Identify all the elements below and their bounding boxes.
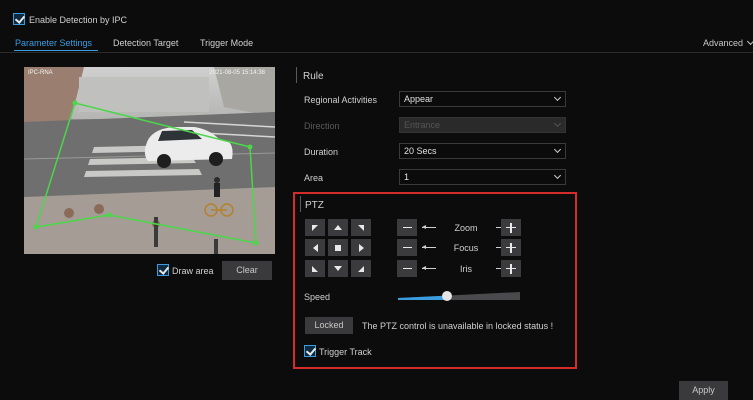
advanced-label: Advanced <box>703 38 744 48</box>
ptz-down-right-button[interactable] <box>351 260 371 277</box>
ptz-heading-marker <box>300 196 301 212</box>
minus-icon <box>402 267 412 270</box>
enable-detection-checkbox[interactable] <box>13 13 25 25</box>
ptz-up-button[interactable] <box>328 219 348 236</box>
chevron-down-icon <box>746 37 753 46</box>
ptz-heading: PTZ <box>305 200 324 211</box>
speed-label: Speed <box>304 292 331 302</box>
chevron-down-icon <box>553 171 562 180</box>
arrow-right-icon <box>358 243 364 252</box>
apply-button[interactable]: Apply <box>679 381 728 400</box>
arrow-left-icon <box>422 266 436 270</box>
stop-icon <box>335 244 341 251</box>
ptz-right-button[interactable] <box>351 239 371 256</box>
enable-detection-label: Enable Detection by IPC <box>29 15 128 25</box>
regional-activities-label: Regional Activities <box>304 95 378 105</box>
ptz-down-left-button[interactable] <box>305 260 325 277</box>
rule-heading: Rule <box>303 71 324 82</box>
plus-icon <box>506 263 516 274</box>
trigger-track-checkbox[interactable] <box>304 345 316 357</box>
ptz-left-button[interactable] <box>305 239 325 256</box>
zoom-control-label: Zoom <box>420 223 512 233</box>
arrow-down-right-icon <box>358 265 364 272</box>
direction-label: Direction <box>304 121 340 131</box>
draw-area-label: Draw area <box>172 266 214 276</box>
trigger-track-label: Trigger Track <box>319 347 372 357</box>
focus-label: Focus <box>453 243 479 253</box>
iris-control-label: Iris <box>420 264 512 274</box>
tab-detection-target[interactable]: Detection Target <box>113 38 178 48</box>
area-select[interactable]: 1 <box>399 169 566 185</box>
direction-value: Entrance <box>404 120 441 130</box>
osd-timestamp: 2021-08-05 15:14:38 <box>209 70 265 76</box>
chevron-down-icon <box>553 119 562 128</box>
iris-label: Iris <box>460 264 472 274</box>
clear-button[interactable]: Clear <box>222 261 272 280</box>
focus-plus-button[interactable] <box>501 239 521 256</box>
focus-control-label: Focus <box>420 243 512 253</box>
plus-icon <box>506 222 516 233</box>
arrow-up-icon <box>334 225 342 230</box>
arrow-down-left-icon <box>312 265 318 272</box>
zoom-in-button[interactable] <box>501 219 521 236</box>
tab-divider <box>0 52 753 53</box>
duration-value: 20 Secs <box>404 146 437 156</box>
zoom-label: Zoom <box>454 223 478 233</box>
ptz-down-button[interactable] <box>328 260 348 277</box>
speed-slider-track <box>398 292 520 300</box>
focus-minus-button[interactable] <box>397 239 417 256</box>
arrow-up-left-icon <box>312 224 318 231</box>
draw-area-checkbox[interactable] <box>157 264 169 276</box>
ptz-stop-button[interactable] <box>328 239 348 256</box>
area-value: 1 <box>404 172 410 182</box>
chevron-down-icon <box>553 145 562 154</box>
iris-plus-button[interactable] <box>501 260 521 277</box>
speed-slider-handle[interactable] <box>441 291 452 301</box>
camera-preview[interactable]: IPC-RNA 2021-08-05 15:14:38 <box>24 67 275 254</box>
iris-minus-button[interactable] <box>397 260 417 277</box>
arrow-up-right-icon <box>358 224 364 231</box>
osd-camera-name: IPC-RNA <box>28 70 53 76</box>
advanced-dropdown[interactable]: Advanced <box>703 37 753 48</box>
arrow-down-icon <box>334 266 342 271</box>
ptz-up-left-button[interactable] <box>305 219 325 236</box>
regional-activities-value: Appear <box>404 94 434 104</box>
zoom-out-button[interactable] <box>397 219 417 236</box>
regional-activities-select[interactable]: Appear <box>399 91 566 107</box>
active-tab-indicator <box>14 50 98 51</box>
duration-select[interactable]: 20 Secs <box>399 143 566 159</box>
arrow-left-icon <box>422 245 436 249</box>
locked-message: The PTZ control is unavailable in locked… <box>362 321 554 331</box>
tab-parameter-settings[interactable]: Parameter Settings <box>15 38 92 48</box>
plus-icon <box>506 242 516 253</box>
rule-heading-marker <box>296 67 297 83</box>
minus-icon <box>402 246 412 249</box>
minus-icon <box>402 226 412 229</box>
arrow-left-icon <box>422 225 436 229</box>
camera-scene <box>24 67 275 254</box>
chevron-down-icon <box>553 93 562 102</box>
area-label: Area <box>304 173 324 183</box>
arrow-left-icon <box>312 243 318 252</box>
speed-slider[interactable] <box>398 291 520 301</box>
locked-button[interactable]: Locked <box>305 317 353 334</box>
tab-trigger-mode[interactable]: Trigger Mode <box>200 38 253 48</box>
duration-label: Duration <box>304 147 339 157</box>
direction-select: Entrance <box>399 117 566 133</box>
ptz-up-right-button[interactable] <box>351 219 371 236</box>
